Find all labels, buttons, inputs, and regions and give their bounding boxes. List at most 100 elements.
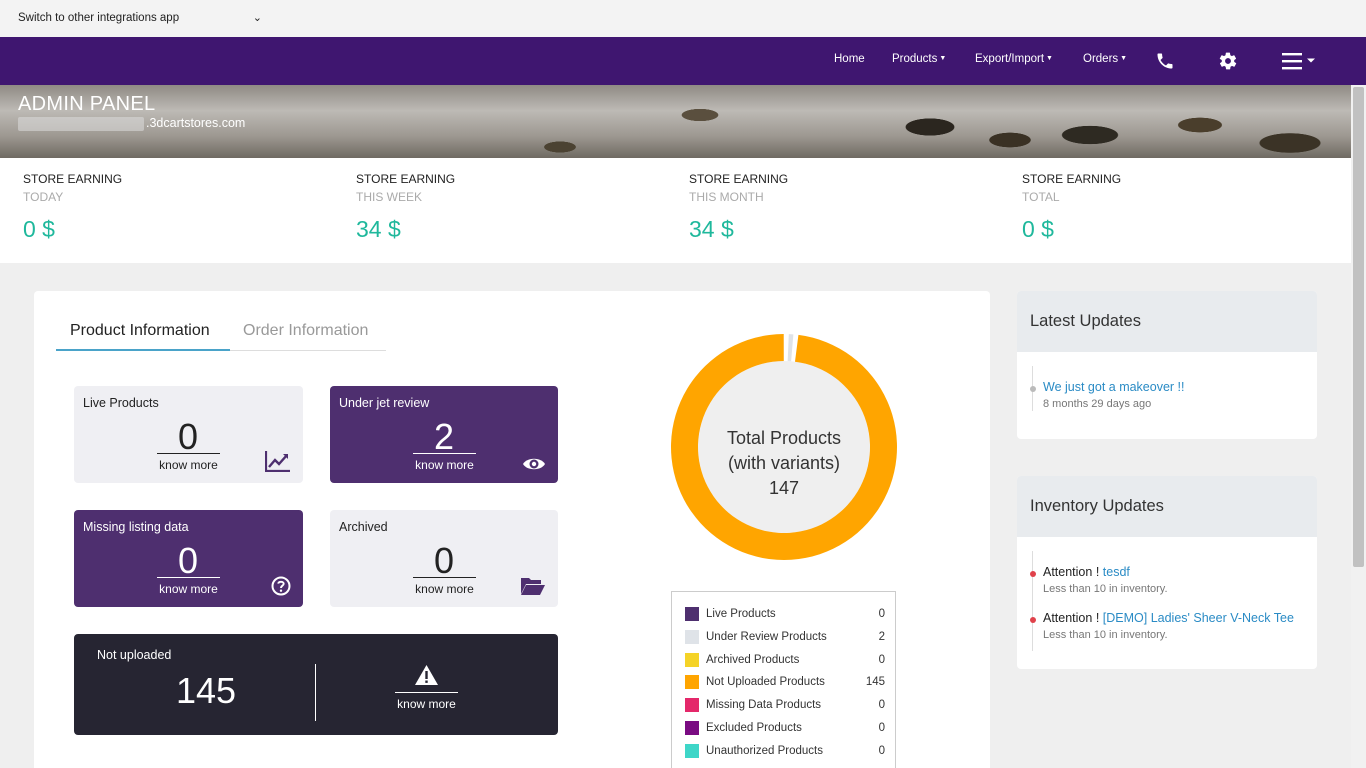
nav-orders-label: Orders [1083,53,1119,65]
page-title: ADMIN PANEL [18,93,156,115]
legend-entry: Missing Data Products 0 [685,698,885,713]
know-more-link[interactable]: know more [395,692,458,711]
nav-export-import[interactable]: Export/Import ▼ [975,53,1053,65]
total-products-donut: Total Products (with variants) 147 [670,333,898,561]
donut-slice[interactable] [787,334,794,362]
chart-legend: Live Products 0 Under Review Products 2 Arch… [671,591,896,768]
legend-count: 2 [878,630,885,643]
main-navbar: Home Products ▼ Export/Import ▼ Orders ▼ [0,37,1366,85]
tile-missing-listing-data[interactable]: Missing listing data 0 know more [74,510,303,607]
tile-count: 0 [177,540,199,581]
caret-down-icon: ▼ [1120,55,1128,62]
scrollbar-thumb[interactable] [1353,87,1364,567]
earning-value: 34 $ [689,216,734,242]
earning-value: 0 $ [1022,216,1054,242]
donut-line1: Total Products [726,428,842,448]
integrations-switcher-select[interactable]: Switch to other integrations app ⌄ [18,12,262,24]
phone-icon[interactable] [1155,51,1175,76]
tile-archived[interactable]: Archived 0 know more [330,510,558,607]
legend-count: 145 [865,676,885,689]
product-overview-card: Product Information Order Information Li… [34,291,990,768]
legend-label: Under Review Products [706,630,827,643]
legend-label: Excluded Products [706,722,802,734]
warning-icon [414,664,439,691]
hamburger-menu-icon[interactable] [1282,52,1316,75]
tile-count: 145 [175,670,237,711]
donut-center-text: Total Products (with variants) 147 [670,426,898,501]
donut-total: 147 [768,478,800,498]
tile-count: 2 [433,416,455,457]
hero-banner: ADMIN PANEL .3dcartstores.com [0,85,1351,158]
store-earnings-strip: STORE EARNING TODAY 0 $ STORE EARNING TH… [0,158,1351,263]
know-more-link[interactable]: know more [157,577,220,596]
latest-updates-card: Latest Updates We just got a makeover !!… [1017,291,1317,439]
switcher-label: Switch to other integrations app [18,12,180,24]
tab-product-information[interactable]: Product Information [70,322,210,340]
legend-count: 0 [878,608,885,620]
nav-products[interactable]: Products ▼ [892,53,946,65]
tile-not-uploaded[interactable]: Not uploaded 145 know more [74,634,558,735]
legend-swatch [685,629,699,644]
legend-swatch [685,652,699,667]
earning-value: 0 $ [23,216,55,242]
tab-order-information[interactable]: Order Information [243,322,368,340]
earning-total: STORE EARNING TOTAL 0 $ [1022,172,1121,243]
integrations-switcher-bar: Switch to other integrations app ⌄ [0,0,1366,37]
know-more-link[interactable]: know more [157,453,220,472]
alert-prefix: Attention ! [1043,611,1100,625]
know-more-link[interactable]: know more [413,453,476,472]
inventory-updates-title: Inventory Updates [1017,476,1317,537]
legend-label: Missing Data Products [706,699,822,712]
product-link[interactable]: [DEMO] Ladies' Sheer V-Neck Tee [1103,611,1294,625]
gear-icon[interactable] [1218,51,1238,76]
caret-down-icon: ▼ [939,55,947,62]
legend-entry: Unauthorized Products 0 [685,743,885,759]
earning-label: STORE EARNING [1022,172,1122,186]
product-link[interactable]: tesdf [1103,565,1130,579]
nav-products-label: Products [892,53,938,65]
earning-today: STORE EARNING TODAY 0 $ [23,172,122,243]
info-tabs: Product Information Order Information [56,317,386,351]
page-scrollbar[interactable] [1351,85,1366,768]
eye-icon [522,456,546,477]
tile-live-products[interactable]: Live Products 0 know more [74,386,303,483]
tile-label: Missing listing data [83,520,189,534]
nav-orders[interactable]: Orders ▼ [1083,53,1127,65]
legend-swatch [685,675,699,690]
legend-count: 0 [878,699,885,712]
update-link[interactable]: We just got a makeover !! [1043,380,1185,394]
tile-label: Live Products [83,396,159,410]
nav-export-import-label: Export/Import [975,53,1045,65]
nav-home[interactable]: Home [834,53,865,65]
legend-entry: Not Uploaded Products 145 [685,675,885,690]
legend-count: 0 [878,722,885,734]
legend-entry: Live Products 0 [685,607,885,622]
legend-swatch [685,698,699,713]
earning-month: STORE EARNING THIS MONTH 34 $ [689,172,788,243]
earning-period: THIS WEEK [356,190,423,204]
inventory-updates-card: Inventory Updates Attention ! tesdf Less… [1017,476,1317,669]
folder-open-icon [520,576,546,601]
timeline-dot [1030,617,1036,623]
legend-swatch [685,743,699,758]
tile-label: Archived [339,520,388,534]
tile-under-review[interactable]: Under jet review 2 know more [330,386,558,483]
question-circle-icon [271,576,291,601]
earning-week: STORE EARNING THIS WEEK 34 $ [356,172,455,243]
tile-divider [315,664,316,721]
timeline-dot [1030,386,1036,392]
tile-label: Under jet review [339,396,430,410]
earning-label: STORE EARNING [689,172,789,186]
alert-note: Less than 10 in inventory. [1043,629,1168,641]
active-tab-indicator [56,349,230,351]
legend-swatch [685,721,699,735]
legend-entry: Archived Products 0 [685,652,885,668]
earning-period: TODAY [23,190,64,204]
know-more-link[interactable]: know more [413,577,476,596]
caret-down-icon: ▼ [1046,55,1053,62]
legend-entry: Excluded Products 0 [685,721,885,736]
chevron-down-icon: ⌄ [252,12,262,24]
alert-note: Less than 10 in inventory. [1043,583,1168,595]
timeline-line [1032,551,1033,651]
earning-label: STORE EARNING [356,172,456,186]
